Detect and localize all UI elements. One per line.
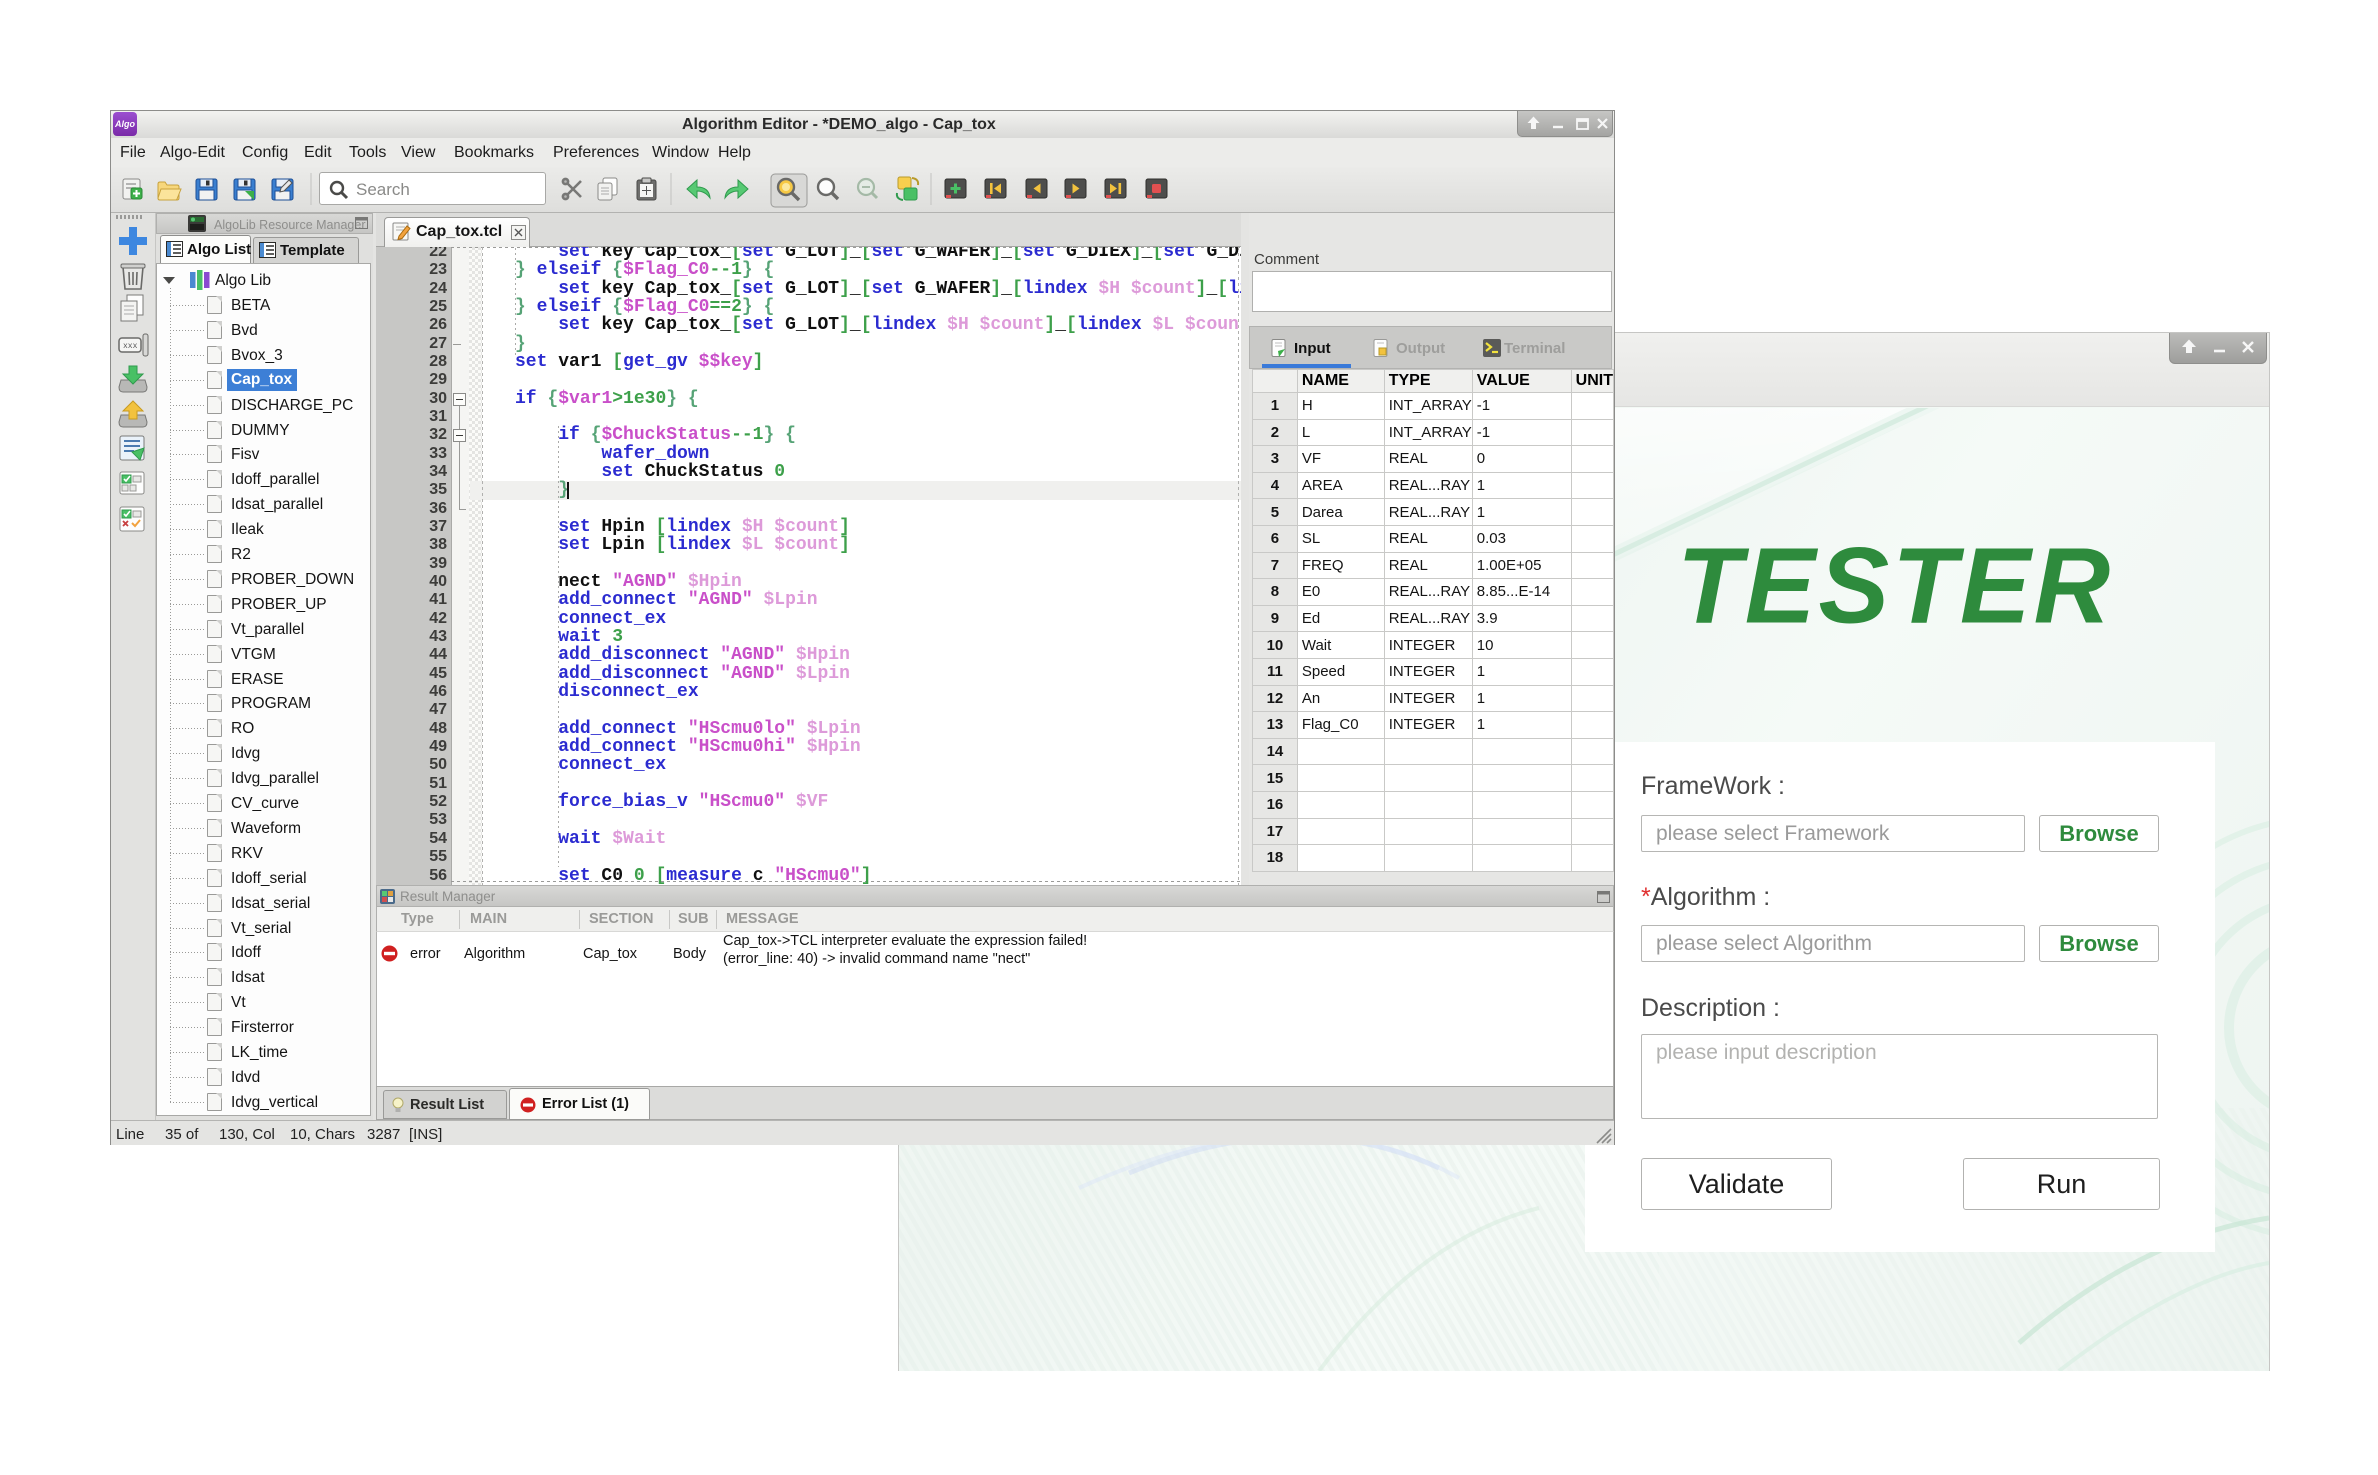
- svg-text:xxx: xxx: [123, 342, 138, 351]
